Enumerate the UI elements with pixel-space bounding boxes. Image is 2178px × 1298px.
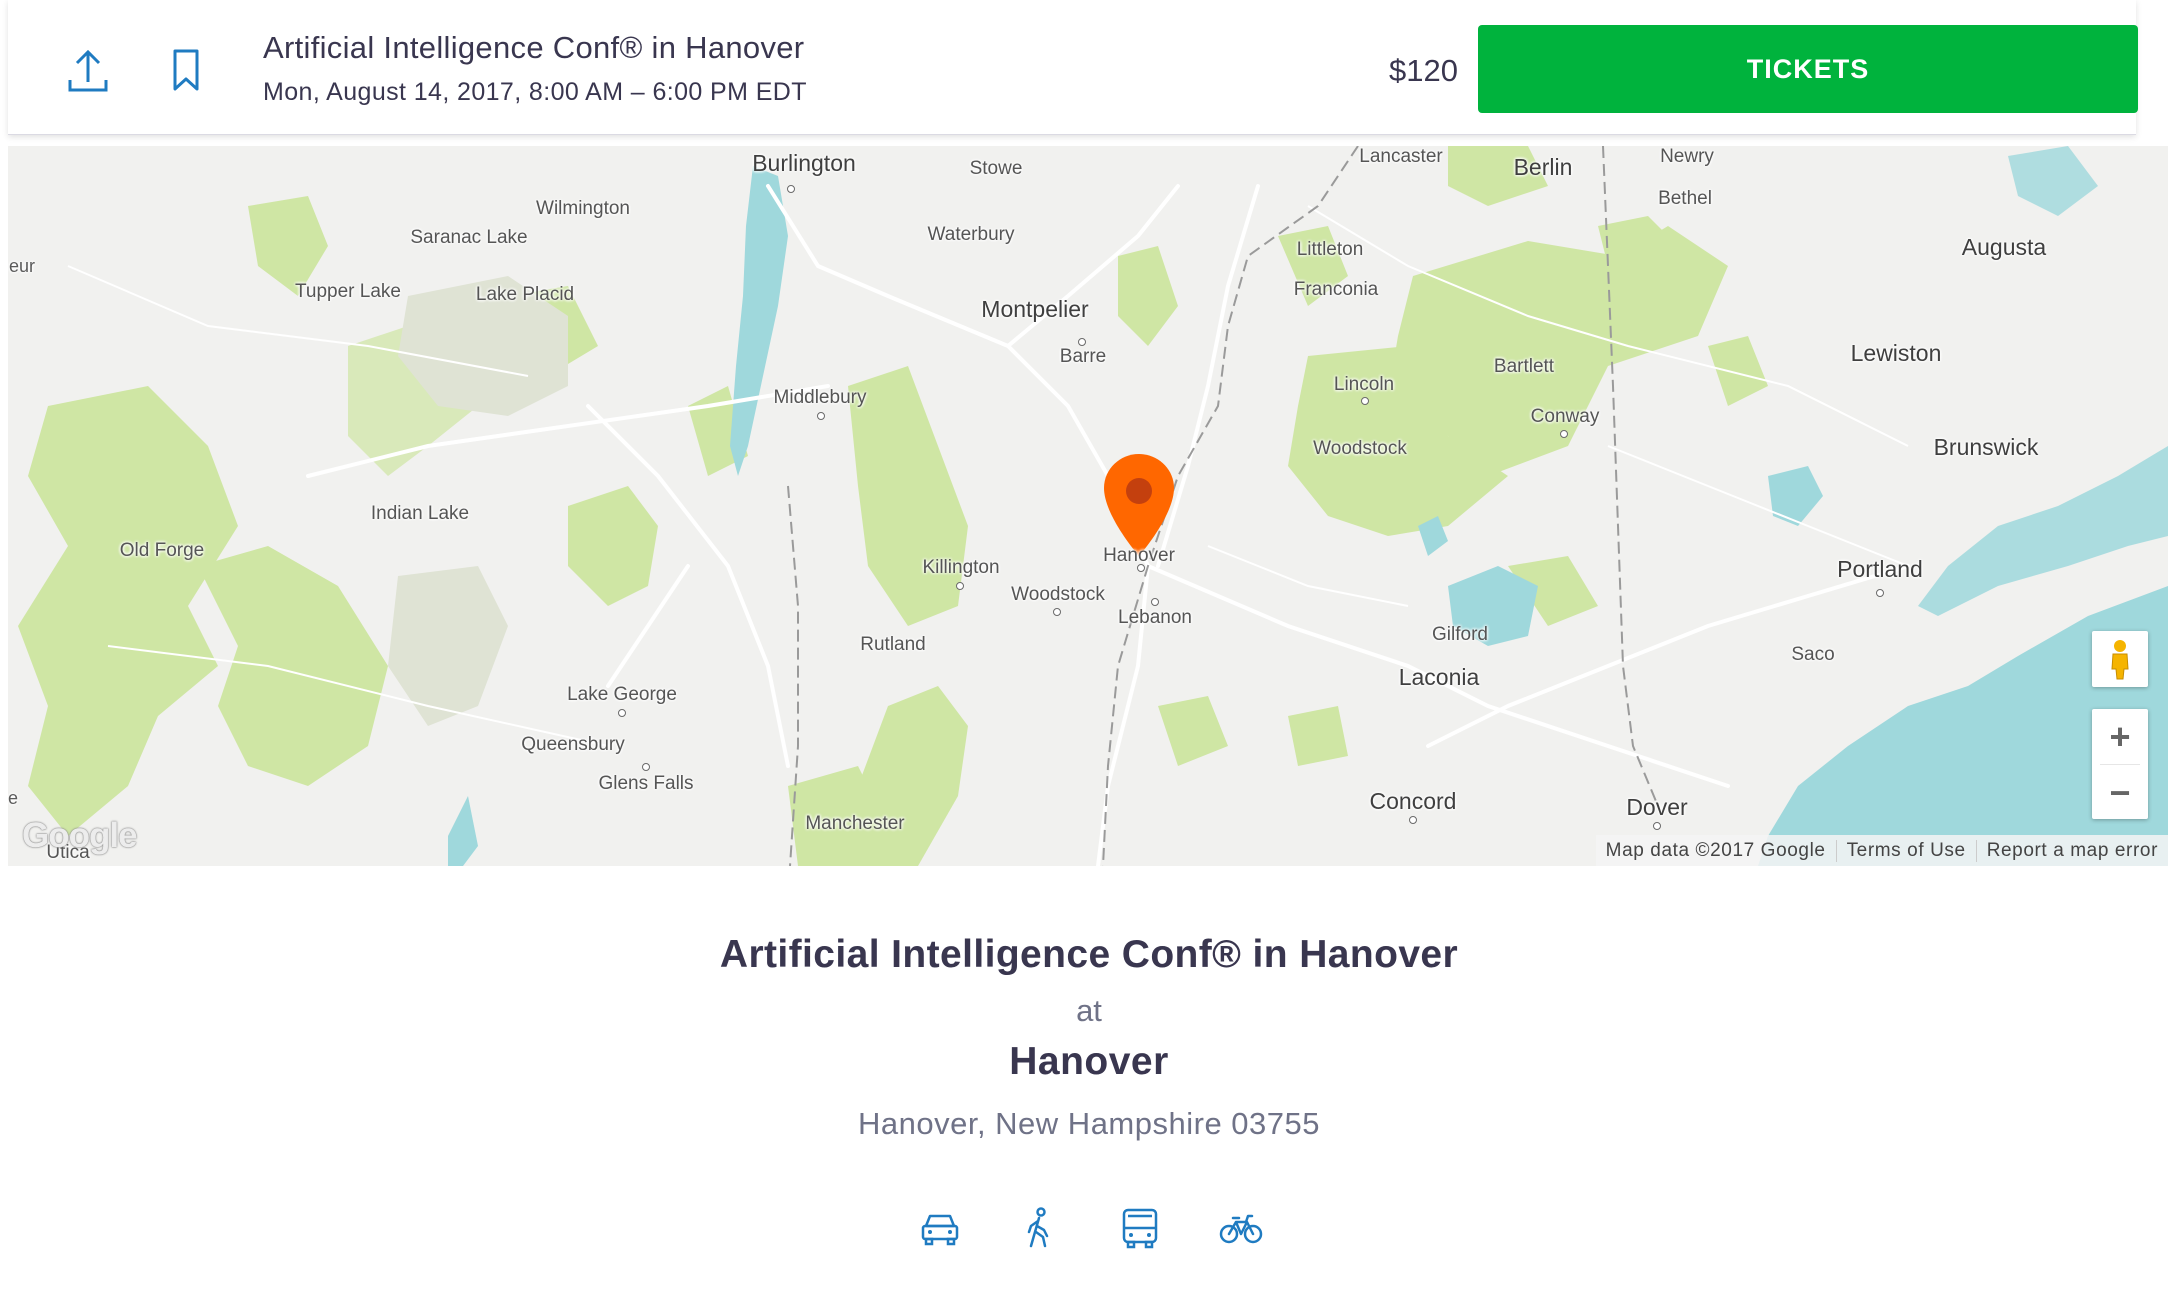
map-label-queensbury: Queensbury [521,734,625,755]
map-town-dot [787,185,795,193]
map-attribution-bar: Map data ©2017 Google Terms of Use Repor… [1595,835,2168,866]
map-label-portland: Portland [1837,556,1923,582]
map-label-newry: Newry [1660,146,1714,167]
map-label-eur: eur [8,256,36,276]
map-town-dot [1876,589,1884,597]
map-town-dot [956,582,964,590]
map-town-dot [1409,816,1417,824]
map-label-saranac-lake: Saranac Lake [410,227,528,248]
map-label-lebanon: Lebanon [1118,607,1192,628]
map-label-rutland: Rutland [860,634,926,655]
map-town-dot [1053,608,1061,616]
map-pin-icon [1104,454,1174,556]
bookmark-icon[interactable] [158,44,214,100]
map-label-lincoln: Lincoln [1333,374,1395,395]
map-label-lewiston: Lewiston [1850,340,1942,366]
map-town-dot [642,763,650,771]
map-label-lake-george: Lake George [567,684,677,705]
map-label-bethel: Bethel [1658,188,1712,209]
event-map[interactable]: Burlington Stowe Lancaster Berlin Newry … [8,146,2168,866]
map-label-burlington: Burlington [752,150,856,176]
google-logo: Google [22,816,138,855]
venue-at-label: at [1076,993,1102,1028]
venue-event-title: Artificial Intelligence Conf® in Hanover [719,933,1459,976]
map-base-layer [18,146,2168,866]
map-town-dot [1361,397,1369,405]
terms-of-use-link[interactable]: Terms of Use [1837,840,1976,862]
ticket-price: $120 [1389,53,1458,88]
venue-name: Hanover [1009,1040,1169,1083]
map-town-dot [817,412,825,420]
map-label-berlin: Berlin [1513,154,1573,180]
tickets-button[interactable]: TICKETS [1478,25,2138,113]
map-town-dot [1151,598,1159,606]
map-label-woodstock-nh: Woodstock [1313,438,1407,459]
map-label-waterbury: Waterbury [927,224,1015,245]
map-label-augusta: Augusta [1961,234,2047,260]
zoom-control: + − [2092,709,2148,819]
zoom-in-button[interactable]: + [2092,709,2148,764]
map-label-tupper-lake: Tupper Lake [295,281,401,302]
map-town-dot [1137,564,1145,572]
map-town-dot [618,709,626,717]
map-label-brunswick: Brunswick [1933,434,2039,460]
map-label-old-forge: Old Forge [119,540,205,561]
map-label-saco: Saco [1791,644,1835,665]
map-label-lancaster: Lancaster [1359,146,1443,167]
pegman-icon[interactable] [2092,631,2148,687]
map-label-dover: Dover [1626,794,1688,820]
venue-address: Hanover, New Hampshire 03755 [857,1106,1321,1141]
map-label-stowe: Stowe [969,158,1023,179]
map-label-glens-falls: Glens Falls [598,773,694,794]
event-header-bar: Artificial Intelligence Conf® in Hanover… [8,0,2138,135]
map-label-laconia: Laconia [1398,664,1480,690]
event-date: Mon, August 14, 2017, 8:00 AM – 6:00 PM … [263,78,807,106]
map-label-indian-lake: Indian Lake [370,503,470,524]
event-title: Artificial Intelligence Conf® in Hanover [263,30,805,65]
map-label-e: e [8,788,19,808]
map-label-gilford: Gilford [1432,624,1488,645]
map-label-concord: Concord [1369,788,1457,814]
map-label-bartlett: Bartlett [1493,356,1555,377]
map-label-littleton: Littleton [1296,239,1364,260]
report-map-error-link[interactable]: Report a map error [1977,840,2168,862]
map-label-killington: Killington [922,557,1000,578]
map-town-dot [1078,338,1086,346]
walk-icon[interactable] [1017,1206,1061,1250]
map-label-franconia: Franconia [1293,279,1379,300]
bus-icon[interactable] [1118,1206,1162,1250]
map-label-lake-placid: Lake Placid [475,284,575,305]
map-town-dot [1560,430,1568,438]
bike-icon[interactable] [1219,1206,1263,1250]
map-label-barre: Barre [1059,346,1107,367]
map-town-dot [1653,822,1661,830]
map-data-attribution: Map data ©2017 Google [1605,839,1826,861]
share-icon[interactable] [60,44,116,100]
map-label-conway: Conway [1530,406,1600,427]
map-label-manchester: Manchester [805,813,905,834]
car-icon[interactable] [918,1206,962,1250]
map-label-montpelier: Montpelier [981,296,1089,322]
map-label-woodstock-vt: Woodstock [1011,584,1105,605]
map-label-middlebury: Middlebury [773,387,867,408]
zoom-out-button[interactable]: − [2092,765,2148,820]
map-label-wilmington: Wilmington [536,198,630,219]
